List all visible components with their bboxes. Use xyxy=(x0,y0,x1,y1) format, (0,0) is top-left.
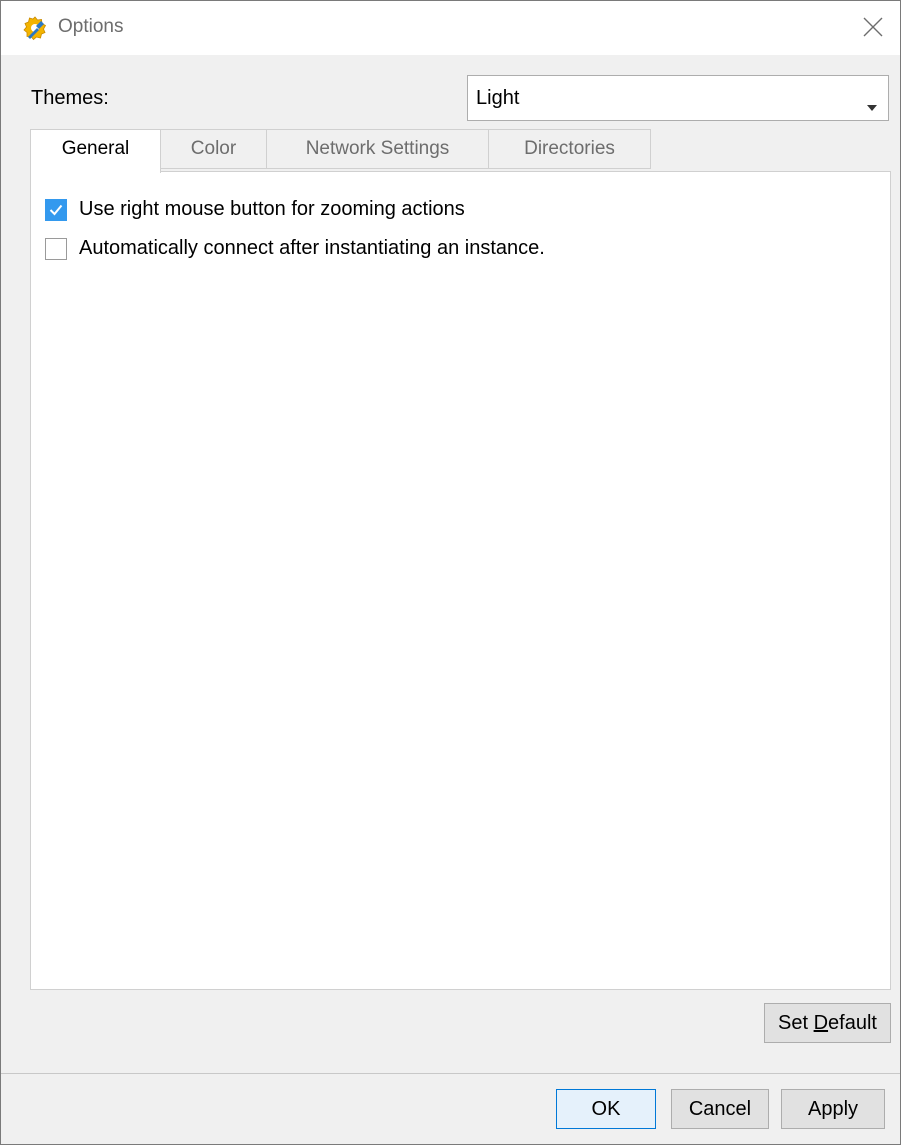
tab-label: General xyxy=(61,138,130,159)
tab-label: Network Settings xyxy=(305,138,450,159)
options-dialog: Options Themes: Light General Color Netw… xyxy=(0,0,901,1145)
tab-label: Color xyxy=(190,138,237,159)
zoom-right-mouse-label: Use right mouse button for zooming actio… xyxy=(79,198,465,220)
general-tab-panel: Use right mouse button for zooming actio… xyxy=(30,171,891,990)
auto-connect-label: Automatically connect after instantiatin… xyxy=(79,237,545,259)
close-icon xyxy=(863,17,883,37)
tab-label: Directories xyxy=(524,138,615,159)
set-default-button[interactable]: Set Default xyxy=(764,1003,891,1043)
cancel-button[interactable]: Cancel xyxy=(671,1089,769,1129)
zoom-right-mouse-checkbox[interactable] xyxy=(45,199,67,221)
themes-label: Themes: xyxy=(31,87,109,109)
tab-general[interactable]: General xyxy=(30,129,161,173)
tab-directories[interactable]: Directories xyxy=(488,129,651,169)
window-title: Options xyxy=(58,16,124,37)
themes-dropdown[interactable]: Light xyxy=(467,75,889,121)
close-button[interactable] xyxy=(846,1,900,55)
tab-color[interactable]: Color xyxy=(160,129,267,169)
checkmark-icon xyxy=(49,204,63,216)
title-bar: Options xyxy=(1,1,900,55)
set-default-mnemonic: D xyxy=(813,1012,829,1034)
ok-button[interactable]: OK xyxy=(556,1089,656,1129)
auto-connect-checkbox[interactable] xyxy=(45,238,67,260)
set-default-label-suffix: efault xyxy=(828,1012,877,1034)
apply-button[interactable]: Apply xyxy=(781,1089,885,1129)
gear-wrench-icon xyxy=(22,15,48,41)
footer-divider xyxy=(1,1073,900,1074)
set-default-label-prefix: Set xyxy=(778,1012,814,1034)
tab-network-settings[interactable]: Network Settings xyxy=(266,129,489,169)
themes-selected-value: Light xyxy=(476,87,520,109)
chevron-down-icon xyxy=(866,95,878,118)
